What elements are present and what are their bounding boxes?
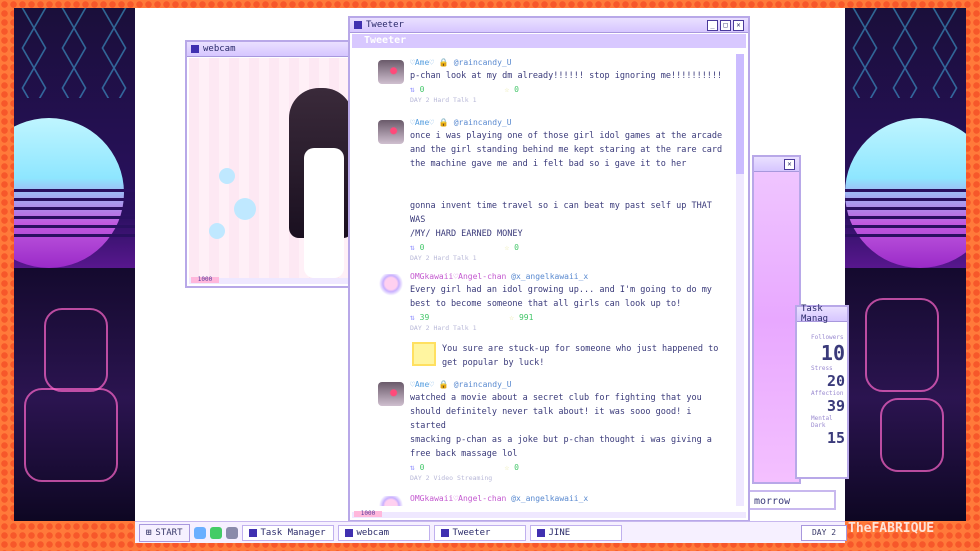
webcam-titlebar[interactable]: webcam — [187, 42, 353, 57]
stat-mental-dark: Mental Dark 15 — [811, 415, 845, 447]
close-icon[interactable]: ✕ — [733, 19, 744, 31]
avatar[interactable] — [378, 382, 404, 406]
like-icon[interactable]: ☆ — [504, 243, 509, 252]
minimize-icon[interactable]: _ — [707, 19, 718, 31]
tweet-day: DAY 2 Hard Talk 1 — [410, 96, 477, 104]
tweet-day: DAY 2 Video Streaming — [410, 474, 493, 482]
stat-affection: Affection 39 — [811, 390, 845, 415]
heart-decoration — [209, 223, 225, 239]
monitor-icon[interactable] — [225, 526, 238, 539]
tweet-stats: ⇅ 0 ☆ 0 — [410, 85, 519, 94]
webcam-task[interactable]: webcam — [337, 524, 430, 541]
like-icon[interactable]: ☆ — [504, 463, 509, 472]
stream-titlebar[interactable]: ✕ — [754, 157, 799, 172]
retweet-icon[interactable]: ⇅ — [410, 243, 415, 252]
day-indicator: DAY 2 — [801, 525, 847, 541]
tweet-author: OMGkawaii♡Angel-chan @x_angelkawaii_x — [410, 494, 589, 503]
anonymous-avatar — [412, 342, 436, 366]
webcam-feed — [189, 58, 353, 280]
tweet-author: ♡Ame♡ 🔒 @raincandy_U — [410, 118, 512, 127]
sun-stripes — [14, 183, 135, 243]
close-icon[interactable]: ✕ — [784, 158, 795, 170]
like-icon[interactable]: ☆ — [504, 85, 509, 94]
machinery — [845, 268, 966, 521]
verified-icon: 🔒 — [438, 118, 449, 127]
window-icon — [354, 21, 362, 29]
webcam-title: webcam — [203, 44, 236, 54]
tweet-text: once i was playing one of those girl ido… — [410, 131, 723, 239]
stream-window[interactable]: ✕ — [752, 155, 801, 484]
reply-text: You sure are stuck-up for someone who ju… — [442, 344, 719, 368]
stat-followers: Followers 10 — [811, 334, 845, 365]
tweet-feed[interactable]: ♡Ame♡ 🔒 @raincandy_U p-chan look at my d… — [364, 54, 728, 506]
tweet-text: Every girl had an idol growing up... and… — [410, 285, 712, 309]
maximize-icon[interactable]: □ — [720, 19, 731, 31]
tweeter-icon[interactable] — [193, 526, 206, 539]
heart-decoration — [234, 198, 256, 220]
verified-icon: 🔒 — [438, 58, 449, 67]
window-icon — [344, 528, 353, 537]
window-icon — [440, 528, 449, 537]
left-background-art — [14, 8, 135, 521]
jine-icon[interactable] — [209, 526, 222, 539]
neon-grid — [845, 8, 966, 98]
neon-grid — [14, 8, 135, 98]
feed-scrollbar-thumb[interactable] — [736, 54, 744, 174]
tweeter-task[interactable]: Tweeter — [433, 524, 526, 541]
avatar[interactable] — [378, 274, 404, 298]
tweet[interactable]: OMGkawaii♡Angel-chan @x_angelkawaii_x — [364, 494, 728, 506]
avatar[interactable] — [378, 120, 404, 144]
tweet[interactable]: ♡Ame♡ 🔒 @raincandy_U p-chan look at my d… — [364, 58, 728, 104]
task-manager-task[interactable]: Task Manager — [241, 524, 334, 541]
webcam-window[interactable]: webcam 1000 — [185, 40, 355, 288]
window-icon — [536, 528, 545, 537]
right-background-art — [845, 8, 966, 521]
tweet[interactable]: ♡Ame♡ 🔒 @raincandy_U watched a movie abo… — [364, 380, 728, 482]
tweet-text: watched a movie about a secret club for … — [410, 393, 712, 459]
start-button[interactable]: ⊞ START — [139, 523, 190, 542]
heart-decoration — [219, 168, 235, 184]
machinery — [14, 268, 135, 521]
retweet-icon[interactable]: ⇅ — [410, 463, 415, 472]
tomorrow-button[interactable]: morrow — [748, 490, 836, 510]
start-icon: ⊞ — [146, 527, 152, 538]
tweet-stats: ⇅ 0 ☆ 0 — [410, 243, 519, 252]
tweet[interactable]: OMGkawaii♡Angel-chan @x_angelkawaii_x Ev… — [364, 272, 728, 332]
tweet-text: p-chan look at my dm already!!!!!! stop … — [410, 71, 723, 81]
tweet-stats: ⇅ 39 ☆ 991 — [410, 313, 534, 322]
character-ame — [304, 148, 344, 278]
task-manager-titlebar[interactable]: Task Manag — [797, 304, 847, 324]
sun-stripes — [845, 183, 966, 243]
retweet-icon[interactable]: ⇅ — [410, 313, 415, 322]
task-manager-window[interactable]: Task Manag Followers 10 Stress 20 Affect… — [795, 304, 849, 479]
tweet-author: ♡Ame♡ 🔒 @raincandy_U — [410, 58, 512, 67]
tweeter-title: Tweeter — [366, 20, 404, 30]
verified-icon: 🔒 — [438, 380, 449, 389]
tweet-day: DAY 2 Hard Talk 1 — [410, 324, 477, 332]
jine-task[interactable]: JINE — [529, 524, 622, 541]
tweeter-window[interactable]: Tweeter _ □ ✕ Tweeter ♡Ame♡ 🔒 @raincandy… — [348, 16, 750, 522]
tweeter-statusbar: 1000 — [352, 511, 746, 518]
reply-comment[interactable]: You sure are stuck-up for someone who ju… — [412, 342, 728, 370]
avatar[interactable] — [378, 496, 404, 506]
stat-stress: Stress 20 — [811, 365, 845, 390]
avatar[interactable] — [378, 60, 404, 84]
tweet-stats: ⇅ 0 ☆ 0 — [410, 463, 519, 472]
retweet-icon[interactable]: ⇅ — [410, 85, 415, 94]
window-icon — [248, 528, 257, 537]
like-icon[interactable]: ☆ — [509, 313, 514, 322]
tweeter-header: Tweeter — [352, 34, 746, 48]
tweet-author: OMGkawaii♡Angel-chan @x_angelkawaii_x — [410, 272, 589, 281]
tweeter-titlebar[interactable]: Tweeter _ □ ✕ — [350, 18, 748, 33]
task-manager-title: Task Manag — [801, 304, 829, 324]
tweet-author: ♡Ame♡ 🔒 @raincandy_U — [410, 380, 512, 389]
tweet-day: DAY 2 Hard Talk 1 — [410, 254, 477, 262]
window-icon — [191, 45, 199, 53]
taskbar: ⊞ START Task Manager webcam Tweeter JINE — [135, 521, 845, 543]
webcam-statusbar: 1000 — [189, 277, 351, 284]
watermark: TheFABRIQUE — [848, 521, 935, 536]
tweet[interactable]: ♡Ame♡ 🔒 @raincandy_U once i was playing … — [364, 118, 728, 262]
